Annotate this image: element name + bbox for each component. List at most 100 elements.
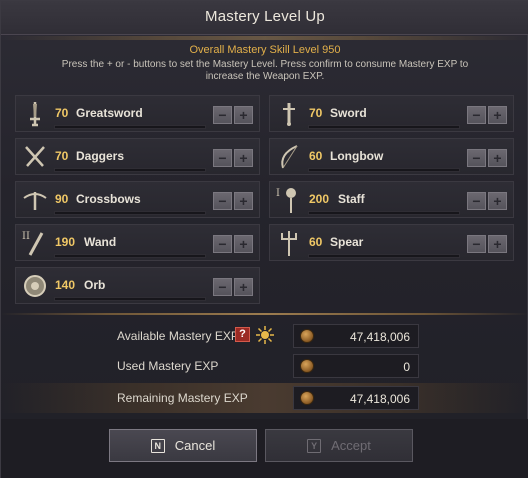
used-exp-field: 0 xyxy=(293,354,419,378)
plus-button[interactable]: + xyxy=(234,278,253,296)
mastery-exp-coin-icon xyxy=(300,329,314,343)
accept-key-hint: Y xyxy=(307,438,322,453)
skill-stepper: − + xyxy=(213,192,253,210)
skill-level: 90 xyxy=(55,192,69,206)
minus-button[interactable]: − xyxy=(467,235,486,253)
skill-name: Spear xyxy=(330,235,364,249)
skill-stepper: − + xyxy=(467,235,507,253)
remaining-exp-label: Remaining Mastery EXP xyxy=(117,391,248,405)
help-button[interactable]: ? xyxy=(235,327,250,342)
skill-name: Daggers xyxy=(76,149,125,163)
available-exp-value: 47,418,006 xyxy=(349,330,410,344)
section-divider xyxy=(1,313,528,315)
minus-button[interactable]: − xyxy=(213,192,232,210)
remaining-exp-row: Remaining Mastery EXP 47,418,006 xyxy=(107,384,420,412)
skill-stepper: − + xyxy=(467,192,507,210)
skill-card-longbow: 60 Longbow − + xyxy=(269,138,514,175)
skill-card-crossbows: 90 Crossbows − + xyxy=(15,181,260,218)
skill-level: 70 xyxy=(55,149,69,163)
sword-icon xyxy=(276,100,302,128)
skill-stepper: − + xyxy=(467,106,507,124)
mastery-level-up-window: Mastery Level Up Overall Mastery Skill L… xyxy=(0,0,528,478)
cancel-key-hint: N xyxy=(150,438,165,453)
plus-button[interactable]: + xyxy=(234,106,253,124)
staff-icon: I xyxy=(276,186,302,214)
used-exp-row: Used Mastery EXP 0 xyxy=(107,352,420,380)
skill-name: Longbow xyxy=(330,149,384,163)
minus-button[interactable]: − xyxy=(467,106,486,124)
used-exp-label: Used Mastery EXP xyxy=(117,359,219,373)
wand-icon: II xyxy=(22,229,48,257)
available-exp-field: 47,418,006 xyxy=(293,324,419,348)
minus-button[interactable]: − xyxy=(467,149,486,167)
skill-name: Orb xyxy=(84,278,106,292)
crossbow-icon xyxy=(22,186,48,214)
skill-level: 70 xyxy=(55,106,69,120)
plus-button[interactable]: + xyxy=(234,149,253,167)
skill-card-orb: 140 Orb − + xyxy=(15,267,260,304)
skill-exp-bar xyxy=(308,211,460,215)
skill-card-greatsword: 70 Greatsword − + xyxy=(15,95,260,132)
skill-name: Staff xyxy=(338,192,365,206)
available-exp-label: Available Mastery EXP xyxy=(117,329,239,343)
plus-button[interactable]: + xyxy=(234,192,253,210)
skill-stepper: − + xyxy=(213,235,253,253)
skill-level: 190 xyxy=(55,235,76,249)
window-title: Mastery Level Up xyxy=(205,8,325,25)
skill-exp-bar xyxy=(308,168,460,172)
skill-stepper: − + xyxy=(213,278,253,296)
skill-card-daggers: 70 Daggers − + xyxy=(15,138,260,175)
cancel-label: Cancel xyxy=(174,438,216,453)
cancel-button[interactable]: N Cancel xyxy=(109,429,257,462)
remaining-exp-field: 47,418,006 xyxy=(293,386,419,410)
accept-label: Accept xyxy=(331,438,371,453)
skills-panel: 70 Greatsword − + 70 Sword − + 70 Dagger… xyxy=(9,92,521,307)
title-ornament xyxy=(1,36,528,40)
plus-button[interactable]: + xyxy=(488,149,507,167)
skill-exp-bar xyxy=(54,297,206,301)
skill-level: 140 xyxy=(55,278,76,292)
footer: N Cancel Y Accept xyxy=(1,419,528,478)
skill-stepper: − + xyxy=(467,149,507,167)
minus-button[interactable]: − xyxy=(467,192,486,210)
plus-button[interactable]: + xyxy=(488,106,507,124)
accept-button[interactable]: Y Accept xyxy=(265,429,413,462)
skill-stepper: − + xyxy=(213,149,253,167)
skill-level: 60 xyxy=(309,235,323,249)
mastery-exp-coin-icon xyxy=(300,359,314,373)
skill-card-staff: I 200 Staff − + xyxy=(269,181,514,218)
skill-exp-bar xyxy=(308,254,460,258)
minus-button[interactable]: − xyxy=(213,106,232,124)
wand-rank-badge: II xyxy=(22,231,30,242)
greatsword-icon xyxy=(22,100,48,128)
minus-button[interactable]: − xyxy=(213,149,232,167)
title-bar: Mastery Level Up xyxy=(1,1,528,35)
skill-level: 70 xyxy=(309,106,323,120)
skill-exp-bar xyxy=(54,125,206,129)
plus-button[interactable]: + xyxy=(488,235,507,253)
skill-name: Crossbows xyxy=(76,192,141,206)
minus-button[interactable]: − xyxy=(213,235,232,253)
plus-button[interactable]: + xyxy=(488,192,507,210)
plus-button[interactable]: + xyxy=(234,235,253,253)
skill-name: Sword xyxy=(330,106,367,120)
skill-card-spear: 60 Spear − + xyxy=(269,224,514,261)
overall-mastery-level: Overall Mastery Skill Level 950 xyxy=(189,44,341,56)
skill-exp-bar xyxy=(54,254,206,258)
skill-level: 200 xyxy=(309,192,330,206)
skill-name: Wand xyxy=(84,235,117,249)
skill-card-sword: 70 Sword − + xyxy=(269,95,514,132)
skill-exp-bar xyxy=(308,125,460,129)
orb-icon xyxy=(22,272,48,300)
used-exp-value: 0 xyxy=(403,360,410,374)
instructions-text: Press the + or - buttons to set the Mast… xyxy=(61,59,469,82)
mastery-exp-coin-icon xyxy=(300,391,314,405)
skill-name: Greatsword xyxy=(76,106,143,120)
skill-card-wand: II 190 Wand − + xyxy=(15,224,260,261)
available-exp-row: Available Mastery EXP ? 47,418,006 xyxy=(107,322,420,350)
remaining-exp-value: 47,418,006 xyxy=(349,392,410,406)
sun-icon xyxy=(256,326,274,344)
minus-button[interactable]: − xyxy=(213,278,232,296)
skill-level: 60 xyxy=(309,149,323,163)
staff-rank-badge: I xyxy=(276,188,280,199)
